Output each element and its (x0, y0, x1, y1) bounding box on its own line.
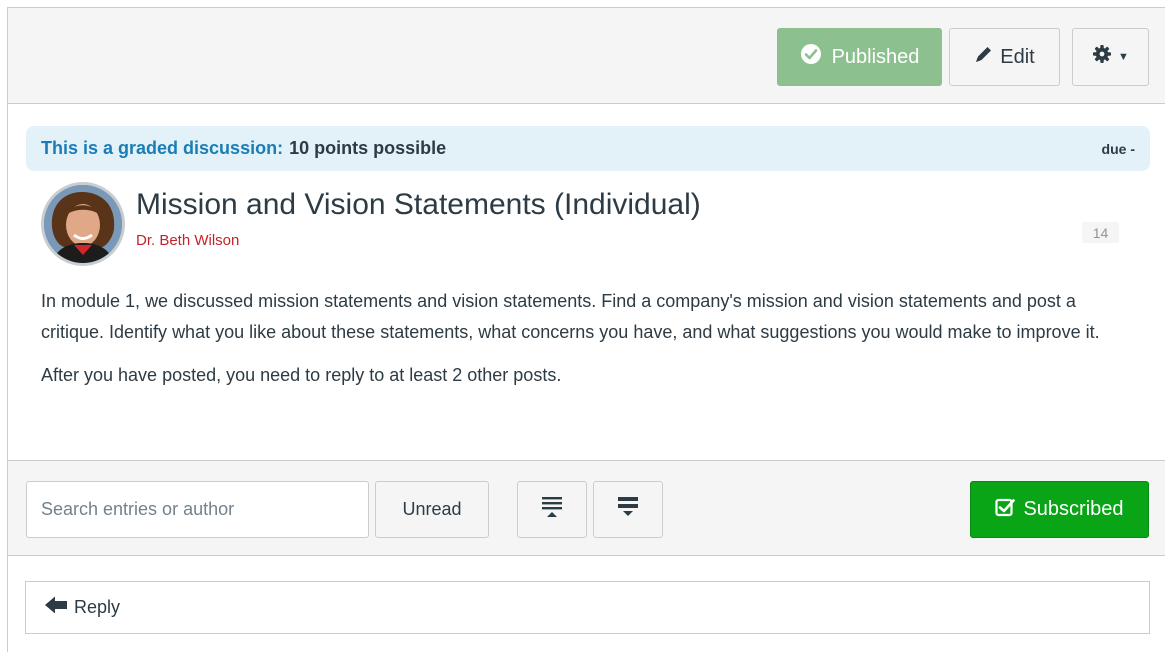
body-paragraph: In module 1, we discussed mission statem… (41, 291, 1100, 342)
published-button[interactable]: Published (777, 28, 942, 86)
due-date: due - (1101, 140, 1135, 157)
reply-label: Reply (74, 597, 121, 617)
graded-lead: This is a graded discussion: (41, 138, 284, 158)
header-toolbar: Published Edit ▼ (8, 8, 1165, 104)
collapse-threads-icon (541, 495, 563, 525)
expand-replies-button[interactable] (593, 481, 663, 538)
subscribed-button[interactable]: Subscribed (970, 481, 1149, 538)
gear-icon (1092, 44, 1112, 70)
reply-button[interactable]: Reply (25, 581, 1150, 634)
checkbox-checked-icon (995, 497, 1016, 523)
author-avatar[interactable] (41, 182, 125, 266)
search-input[interactable] (26, 481, 369, 538)
points-possible: 10 points possible (289, 138, 447, 158)
chevron-down-icon: ▼ (1118, 51, 1129, 63)
edit-label: Edit (1000, 45, 1035, 68)
edit-button[interactable]: Edit (949, 28, 1060, 86)
check-circle-icon (800, 43, 822, 71)
author-name-link[interactable]: Dr. Beth Wilson (136, 232, 239, 249)
unread-label: Unread (402, 499, 462, 519)
arrow-left-icon (44, 595, 68, 620)
published-label: Published (831, 45, 920, 68)
reply-count-badge: 14 (1082, 222, 1119, 243)
discussion-frame: Published Edit ▼ This is a graded discus… (7, 7, 1165, 652)
collapse-replies-button[interactable] (517, 481, 587, 538)
discussion-title: Mission and Vision Statements (Individua… (136, 188, 701, 221)
body-paragraph: After you have posted, you need to reply… (41, 365, 562, 385)
discussion-body: In module 1, we discussed mission statem… (41, 286, 1141, 403)
settings-menu-button[interactable]: ▼ (1072, 28, 1149, 86)
discussion-filter-bar: Unread (8, 461, 1165, 556)
pencil-icon (974, 44, 994, 70)
subscribed-label: Subscribed (1023, 498, 1124, 520)
unread-filter-button[interactable]: Unread (375, 481, 489, 538)
graded-discussion-banner: This is a graded discussion: 10 points p… (26, 126, 1150, 171)
expand-threads-icon (617, 495, 639, 525)
